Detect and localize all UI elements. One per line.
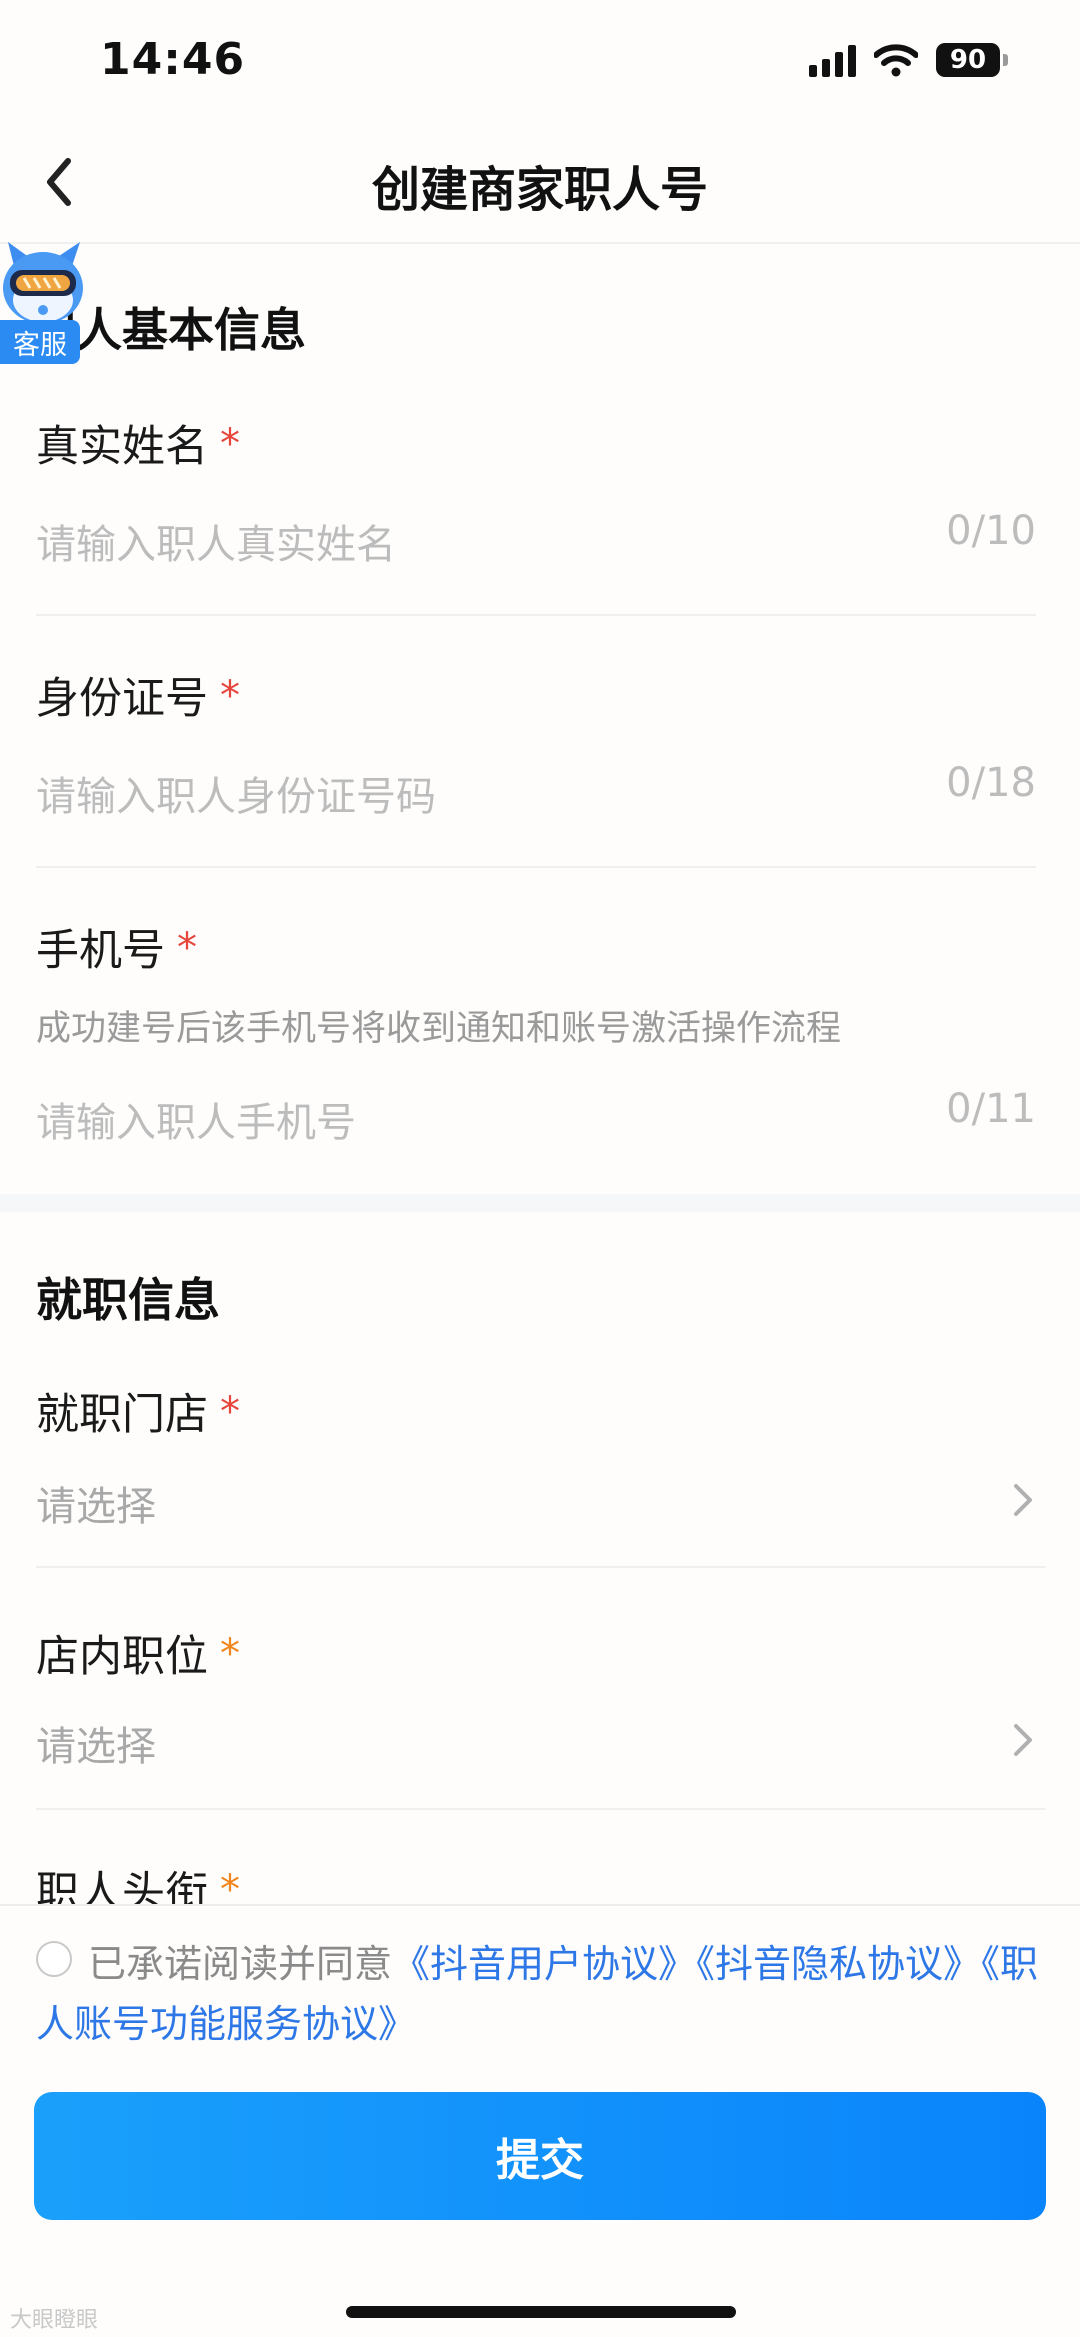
cellular-signal-icon (809, 43, 856, 77)
id-number-label-text: 身份证号 (36, 674, 208, 724)
id-number-placeholder: 请输入职人身份证号码 (36, 774, 436, 820)
user-agreement-link[interactable]: 《抖音用户协议》 (392, 1942, 696, 1986)
name-input[interactable]: 请输入职人真实姓名 0/10 (36, 504, 1036, 574)
required-mark: * (220, 1631, 240, 1677)
required-mark: * (177, 925, 197, 971)
phone-input[interactable]: 请输入职人手机号 0/11 (36, 1082, 1036, 1152)
divider (36, 1566, 1046, 1568)
chevron-right-icon (1014, 1724, 1032, 1756)
agreement-prefix: 已承诺阅读并同意 (88, 1942, 393, 1986)
status-icons: 90 (809, 40, 1008, 80)
required-mark: * (220, 673, 240, 719)
battery-icon: 90 (936, 43, 1008, 77)
section-separator (0, 1194, 1080, 1212)
store-label: 就职门店 * (36, 1380, 240, 1442)
id-number-input[interactable]: 请输入职人身份证号码 0/18 (36, 756, 1036, 826)
store-placeholder: 请选择 (36, 1484, 156, 1530)
agreement-text: 已承诺阅读并同意《抖音用户协议》《抖音隐私协议》《职人账号功能服务协议》 (36, 1934, 1046, 2054)
phone-label-text: 手机号 (36, 926, 165, 976)
store-label-text: 就职门店 (36, 1390, 208, 1440)
battery-level: 90 (936, 43, 1000, 77)
phone-label: 手机号 * (36, 916, 197, 978)
bottom-panel: 已承诺阅读并同意《抖音用户协议》《抖音隐私协议》《职人账号功能服务协议》 提交 … (0, 1904, 1080, 2337)
position-select[interactable]: 请选择 (36, 1706, 1046, 1776)
customer-service-label: 客服 (0, 320, 80, 364)
section-title-job-info: 就职信息 (36, 1273, 220, 1327)
phone-char-counter: 0/11 (946, 1086, 1036, 1132)
position-placeholder: 请选择 (36, 1724, 156, 1770)
store-select[interactable]: 请选择 (36, 1466, 1046, 1536)
divider (36, 1808, 1046, 1810)
watermark: 大眼瞪眼 (10, 2308, 99, 2333)
chevron-right-icon (1014, 1484, 1032, 1516)
privacy-agreement-link[interactable]: 《抖音隐私协议》 (696, 1942, 981, 1986)
status-bar: 14:46 90 (0, 0, 1080, 120)
name-placeholder: 请输入职人真实姓名 (36, 522, 396, 568)
position-label-text: 店内职位 (36, 1632, 208, 1682)
id-number-char-counter: 0/18 (946, 760, 1036, 806)
name-char-counter: 0/10 (946, 508, 1036, 554)
required-mark: * (220, 421, 240, 467)
required-mark: * (220, 1389, 240, 1435)
nav-bar: 创建商家职人号 (0, 120, 1080, 244)
status-time: 14:46 (100, 34, 246, 85)
name-label-text: 真实姓名 (36, 422, 208, 472)
page-title: 创建商家职人号 (371, 162, 708, 218)
name-label: 真实姓名 * (36, 412, 240, 474)
submit-button[interactable]: 提交 (34, 2092, 1046, 2220)
customer-service-button[interactable]: 客服 (0, 240, 83, 376)
divider (36, 866, 1036, 868)
position-label: 店内职位 * (36, 1622, 240, 1684)
screen: 14:46 90 创建商家职人号 职人基本信息 客服 真实姓名 * 请输入职人真… (0, 0, 1080, 2337)
home-indicator (346, 2306, 736, 2318)
phone-hint: 成功建号后该手机号将收到通知和账号激活操作流程 (36, 1009, 842, 1049)
phone-placeholder: 请输入职人手机号 (36, 1100, 356, 1146)
divider (36, 614, 1036, 616)
wifi-icon (874, 44, 918, 77)
id-number-label: 身份证号 * (36, 664, 240, 726)
robot-mascot-icon (3, 242, 83, 324)
